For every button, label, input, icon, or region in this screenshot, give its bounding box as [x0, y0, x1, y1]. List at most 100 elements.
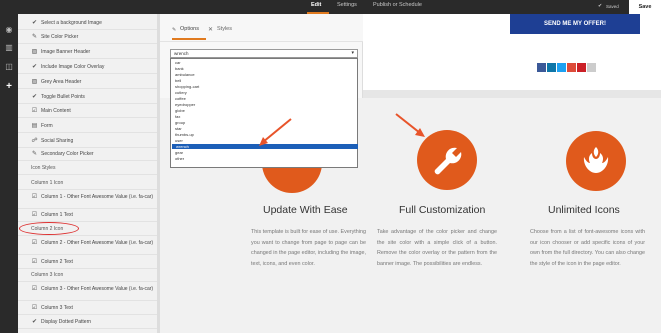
check-icon: ✔	[31, 64, 38, 70]
feature-icon-circle	[566, 131, 626, 191]
sidebar-item-label: Form	[41, 123, 53, 129]
annotation-arrow	[259, 118, 292, 146]
check-icon: ✔	[31, 20, 38, 26]
edit-icon: ☑	[31, 194, 38, 200]
dropdown-option[interactable]: user	[175, 138, 183, 143]
sidebar-item-label: Column 1 - Other Font Awesome Value (i.e…	[41, 194, 154, 200]
image-icon: ▨	[31, 49, 38, 55]
pencil-icon: ✎	[31, 151, 38, 157]
feature-title: Full Customization	[399, 204, 486, 216]
sidebar-item-label: Icon Styles	[31, 165, 56, 171]
icon-dropdown-list[interactable]: car bank ambulance bell shopping-cart cu…	[170, 58, 358, 168]
tab-settings[interactable]: Settings	[337, 2, 357, 8]
tab-edit[interactable]: Edit	[311, 2, 321, 8]
facebook-icon[interactable]	[537, 63, 546, 72]
feature-text: Take advantage of the color picker and c…	[377, 229, 497, 267]
dropdown-option[interactable]: coffee	[175, 96, 186, 101]
tab-options[interactable]: Options	[180, 26, 199, 32]
sidebar-item-label: Column 3 - Other Font Awesome Value (i.e…	[41, 286, 154, 292]
dropdown-option[interactable]: eyedropper	[175, 102, 195, 107]
sidebar-item-label: Select a background Image	[41, 20, 102, 26]
tab-publish[interactable]: Publish or Schedule	[373, 2, 422, 8]
feature-title: Update With Ease	[263, 204, 348, 216]
linkedin-icon[interactable]	[547, 63, 556, 72]
chevron-down-icon: ▾	[351, 50, 354, 56]
sidebar-item[interactable]: ☑ Column 1 Text	[18, 210, 160, 222]
pinterest-icon[interactable]	[577, 63, 586, 72]
dropdown-option[interactable]: ambulance	[175, 72, 195, 77]
sidebar-item-label: Column 1 Text	[41, 212, 73, 218]
dropdown-option[interactable]: cutlery	[175, 90, 187, 95]
dropdown-option[interactable]: globe	[175, 108, 185, 113]
tab-styles[interactable]: Styles	[217, 26, 232, 32]
sidebar-item-label: Column 2 Text	[41, 259, 73, 265]
sidebar-item[interactable]: Icon Styles	[18, 163, 160, 175]
sidebar-item-label: Column 3 Text	[41, 305, 73, 311]
feature-text: Choose from a list of font-awesome icons…	[530, 229, 645, 267]
sidebar-item-label: Social Sharing	[41, 138, 74, 144]
sidebar: ✔ Select a background Image ✎ Site Color P…	[18, 14, 160, 333]
icon-select[interactable]: wrench ▾	[170, 49, 358, 58]
check-icon: ✔	[31, 94, 38, 100]
preview-divider	[363, 90, 661, 98]
pencil-icon: ✎	[31, 34, 38, 40]
edit-icon: ☑	[31, 108, 38, 114]
sidebar-item-label: Image Banner Header	[41, 49, 91, 55]
dropdown-option[interactable]: fax	[175, 114, 180, 119]
email-icon[interactable]	[587, 63, 596, 72]
google-plus-icon[interactable]	[567, 63, 576, 72]
sidebar-item[interactable]: ☑ Main Content	[18, 106, 160, 118]
pencil-icon: ✎	[172, 27, 177, 33]
sidebar-item[interactable]: ✔ Display Dotted Pattern	[18, 317, 160, 329]
feature-text: This template is built for ease of use. …	[251, 229, 366, 267]
sidebar-item[interactable]: ▨ Image Banner Header	[18, 47, 160, 59]
saved-check-icon: ✔	[598, 3, 603, 9]
sidebar-item[interactable]: ☍ Social Sharing	[18, 136, 160, 148]
sidebar-item[interactable]: ☑ Column 3 Text	[18, 303, 160, 315]
dropdown-option[interactable]: thumbs-up	[175, 132, 194, 137]
sidebar-item-label: Secondary Color Picker	[41, 151, 94, 157]
sidebar-item[interactable]: ✎ Site Color Picker	[18, 32, 160, 44]
dropdown-option[interactable]: car	[175, 60, 181, 65]
feature-title: Unlimited Icons	[548, 204, 620, 216]
save-button[interactable]: Save	[629, 0, 661, 14]
dropdown-option[interactable]: bank	[175, 66, 184, 71]
cube-icon[interactable]: ◫	[4, 62, 14, 72]
offer-button[interactable]: SEND ME MY OFFER!	[510, 14, 640, 34]
dropdown-option[interactable]: gear	[175, 150, 183, 155]
chart-icon[interactable]: ▥	[4, 43, 14, 53]
plus-icon[interactable]: +	[4, 82, 14, 92]
sidebar-item[interactable]: ☑ Column 2 - Other Font Awesome Value (i.…	[18, 238, 160, 255]
sidebar-item[interactable]: ✎ Secondary Color Picker	[18, 149, 160, 161]
sidebar-item[interactable]: ☑ Column 3 - Other Font Awesome Value (i.…	[18, 284, 160, 301]
dropdown-option[interactable]: bell	[175, 78, 181, 83]
sidebar-item[interactable]: Column 3 Icon	[18, 270, 160, 282]
sidebar-item-label: Column 1 Icon	[31, 180, 64, 186]
dropdown-option[interactable]: star	[175, 126, 182, 131]
sidebar-item[interactable]: ✔ Toggle Bullet Points	[18, 92, 160, 104]
sidebar-item-label: Include Image Color Overlay	[41, 64, 105, 70]
sidebar-item-label: Main Content	[41, 108, 71, 114]
form-icon: ▤	[31, 123, 38, 129]
edit-icon: ☑	[31, 305, 38, 311]
sidebar-item[interactable]: ☑ Column 2 Text	[18, 257, 160, 269]
sidebar-item-label: Site Color Picker	[41, 34, 79, 40]
annotation-arrow	[395, 113, 425, 137]
dropdown-option[interactable]: shopping-cart	[175, 84, 199, 89]
sidebar-item[interactable]: ✔ Include Image Color Overlay	[18, 62, 160, 74]
sidebar-item[interactable]: ▨ Grey Area Header	[18, 77, 160, 89]
eye-icon[interactable]: ◉	[4, 25, 14, 35]
edit-icon: ☑	[31, 259, 38, 265]
icon-select-value: wrench	[174, 51, 189, 56]
check-icon: ✔	[31, 319, 38, 325]
sidebar-item-label: Column 3 Icon	[31, 272, 64, 278]
dropdown-option[interactable]: other	[175, 156, 184, 161]
share-icon: ☍	[31, 138, 38, 144]
sidebar-item[interactable]: ✔ Select a background Image	[18, 18, 160, 30]
twitter-icon[interactable]	[557, 63, 566, 72]
sidebar-item[interactable]: ▤ Form	[18, 121, 160, 133]
sidebar-item[interactable]: Column 1 Icon	[18, 178, 160, 190]
sidebar-item-label: Toggle Bullet Points	[41, 94, 85, 100]
sidebar-item[interactable]: ☑ Column 1 - Other Font Awesome Value (i.…	[18, 192, 160, 209]
dropdown-option[interactable]: group	[175, 120, 185, 125]
